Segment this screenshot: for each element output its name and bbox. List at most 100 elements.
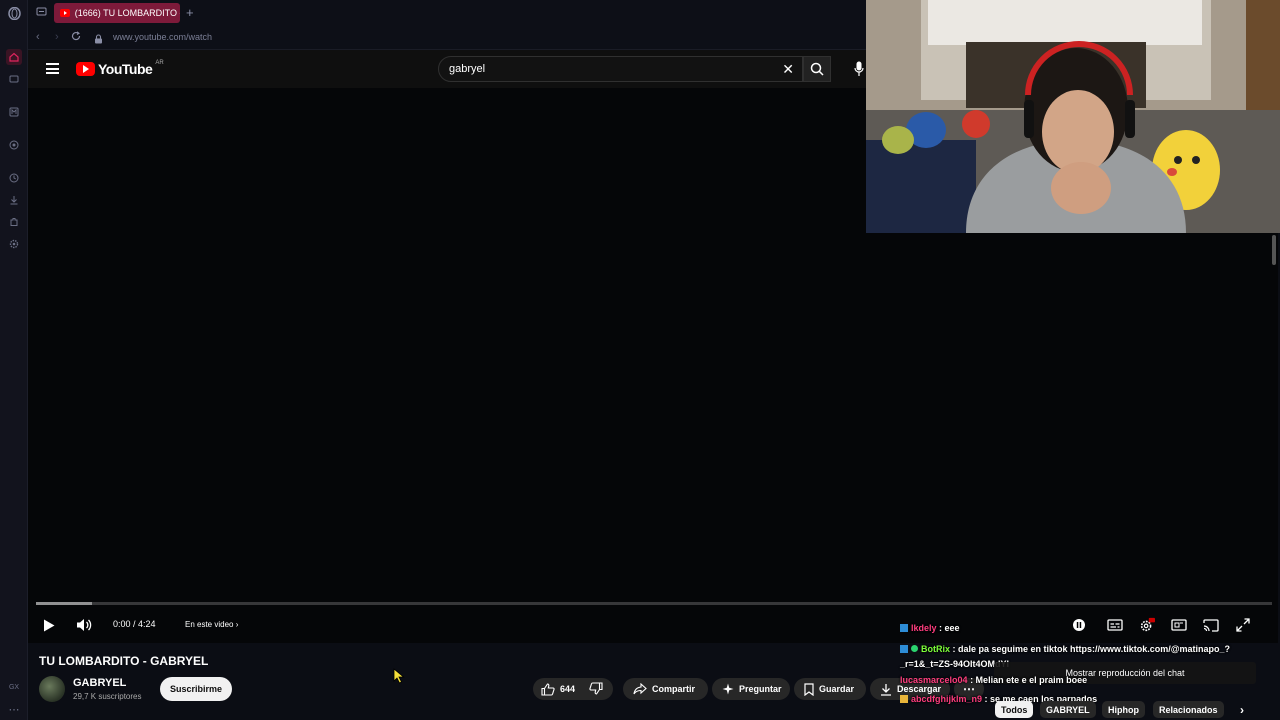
video-title: TU LOMBARDITO - GABRYEL <box>39 654 209 668</box>
chapter-label: En este video <box>185 620 234 629</box>
browser-sidebar: GX ⋯ <box>0 0 28 720</box>
gx-corner-icon[interactable] <box>6 71 22 87</box>
download-label: Descargar <box>897 684 942 694</box>
tab-menu-icon[interactable] <box>36 6 50 20</box>
mouse-cursor-icon <box>393 668 405 684</box>
youtube-play-logo-icon <box>76 62 95 76</box>
volume-icon <box>77 619 92 631</box>
pause-circle-icon <box>1073 619 1085 631</box>
search-input[interactable]: gabryel ✕ <box>438 56 803 82</box>
address-bar: ‹ › www.youtube.com/watch <box>28 26 868 50</box>
verified-bot-icon <box>911 645 918 652</box>
reload-icon[interactable] <box>71 31 81 44</box>
share-icon <box>633 683 647 695</box>
chevron-right-icon: › <box>235 620 239 629</box>
page-scrollbar[interactable] <box>1272 235 1276 265</box>
youtube-favicon-icon <box>60 9 70 17</box>
subtitles-icon <box>1107 619 1123 631</box>
tab-strip: (1666) TU LOMBARDITO - + <box>28 0 868 26</box>
cast-button[interactable] <box>1203 617 1219 633</box>
lock-icon[interactable] <box>94 31 103 44</box>
time-display: 0:00 / 4:24 <box>113 619 156 629</box>
download-icon <box>881 683 891 696</box>
chip-todos[interactable]: Todos <box>995 701 1034 718</box>
back-icon[interactable]: ‹ <box>36 31 40 43</box>
ai-assistant-icon[interactable] <box>6 137 22 153</box>
sparkle-icon <box>722 683 734 695</box>
gx-label: GX <box>8 683 20 691</box>
autoplay-toggle[interactable] <box>1071 617 1087 633</box>
miniplayer-button[interactable] <box>1171 617 1187 633</box>
chat-badge-icon <box>900 624 908 632</box>
miniplayer-icon <box>1171 619 1187 631</box>
downloads-icon[interactable] <box>6 192 22 208</box>
cast-icon <box>1203 618 1219 632</box>
chat-message: lucasmarcelo04 : Melian ete e el praim b… <box>900 675 1087 685</box>
webcam-image <box>866 0 1280 233</box>
volume-button[interactable] <box>76 617 92 633</box>
settings-icon[interactable] <box>6 236 22 252</box>
search-icon <box>810 62 824 76</box>
chat-badge-icon <box>900 695 908 703</box>
chip-gabryel[interactable]: GABRYEL <box>1040 701 1096 718</box>
chips-next-chevron-icon[interactable]: › <box>1234 701 1250 718</box>
play-button[interactable] <box>41 617 57 633</box>
youtube-logo-text: YouTube <box>98 61 153 77</box>
chat-username: lkdely <box>911 623 937 633</box>
chat-message: lkdely : eee <box>900 623 960 633</box>
play-icon <box>44 619 55 631</box>
chip-hiphop[interactable]: Hiphop <box>1102 701 1145 718</box>
thumbs-down-icon <box>589 681 603 695</box>
youtube-logo[interactable]: YouTube AR <box>76 60 164 77</box>
share-button[interactable]: Compartir <box>623 678 708 700</box>
chat-username: lucasmarcelo04 <box>900 675 968 685</box>
clear-search-icon[interactable]: ✕ <box>782 61 794 78</box>
ask-label: Preguntar <box>739 684 782 694</box>
fullscreen-icon <box>1236 618 1250 632</box>
chip-relacionados[interactable]: Relacionados <box>1153 701 1224 718</box>
more-icon[interactable]: ⋯ <box>6 701 22 717</box>
extensions-icon[interactable] <box>6 214 22 230</box>
chapter-button[interactable]: En este video › <box>185 620 238 629</box>
forward-icon[interactable]: › <box>55 31 59 43</box>
save-button[interactable]: Guardar <box>794 678 866 700</box>
ask-button[interactable]: Preguntar <box>712 678 790 700</box>
region-code: AR <box>155 60 164 66</box>
bookmark-icon <box>804 682 814 696</box>
menu-icon[interactable] <box>46 63 59 74</box>
channel-avatar[interactable] <box>39 676 65 702</box>
microphone-icon[interactable] <box>854 61 864 77</box>
progress-bar[interactable] <box>36 602 1272 605</box>
url-field[interactable]: www.youtube.com/watch <box>113 32 212 42</box>
channel-name[interactable]: GABRYEL <box>73 677 126 689</box>
chat-username: abcdfghijklm_n9 <box>911 694 983 704</box>
tab-title: (1666) TU LOMBARDITO - <box>74 8 180 18</box>
home-icon[interactable] <box>6 49 22 65</box>
settings-button[interactable] <box>1139 617 1155 633</box>
subscribe-button[interactable]: Suscribirme <box>160 677 232 701</box>
search-button[interactable] <box>803 56 831 82</box>
history-icon[interactable] <box>6 170 22 186</box>
subscriber-count: 29,7 K suscriptores <box>73 692 142 701</box>
gear-icon <box>1140 617 1155 632</box>
like-count: 644 <box>560 684 576 694</box>
share-label: Compartir <box>652 684 696 694</box>
messenger-icon[interactable] <box>6 104 22 120</box>
new-tab-icon[interactable]: + <box>186 5 194 20</box>
subtitles-button[interactable] <box>1107 617 1123 633</box>
opera-logo-icon[interactable] <box>6 5 22 21</box>
dislike-button[interactable] <box>589 681 603 697</box>
youtube-header: YouTube AR gabryel ✕ <box>28 50 868 88</box>
thumbs-up-icon <box>541 682 555 696</box>
chat-text: : eee <box>939 623 960 633</box>
fullscreen-button[interactable] <box>1235 617 1251 633</box>
search-query: gabryel <box>449 63 486 75</box>
chat-text: : Melian ete e el praim boee <box>970 675 1088 685</box>
like-button[interactable]: 644 <box>541 682 576 696</box>
chat-username: BotRix <box>921 644 950 654</box>
progress-buffered <box>36 602 92 605</box>
like-dislike-group: 644 <box>533 678 613 700</box>
save-label: Guardar <box>819 684 855 694</box>
webcam-overlay <box>866 0 1280 233</box>
tab-youtube[interactable]: (1666) TU LOMBARDITO - <box>54 3 180 23</box>
